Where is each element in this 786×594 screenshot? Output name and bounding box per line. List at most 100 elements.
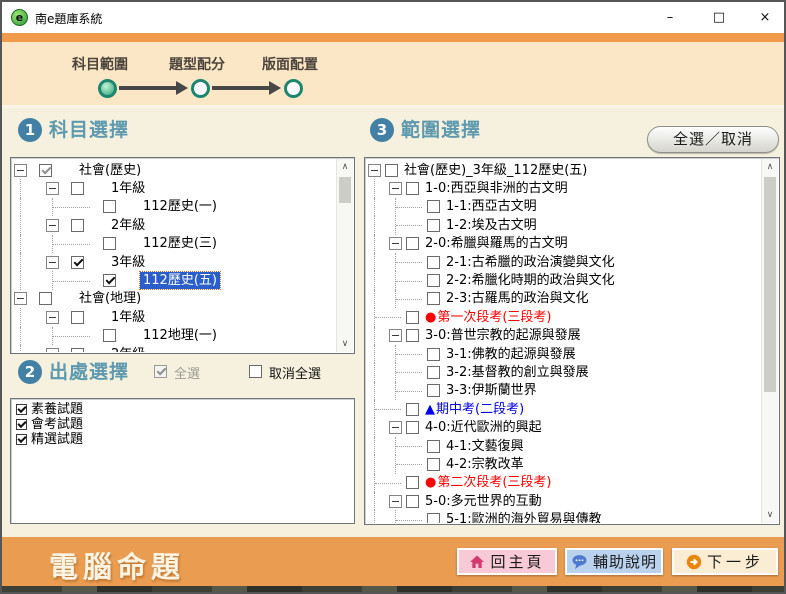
expand-collapse-icon[interactable]: [46, 256, 59, 269]
tree-checkbox[interactable]: [71, 348, 84, 352]
tree-checkbox[interactable]: [103, 274, 116, 287]
tree-label[interactable]: 3-1:佛教的起源與發展: [443, 346, 579, 363]
tree-label[interactable]: 112歷史(五): [140, 272, 220, 289]
tree-checkbox[interactable]: [39, 292, 52, 305]
tree-checkbox[interactable]: [406, 495, 419, 508]
expand-collapse-icon[interactable]: [14, 164, 27, 177]
tree-checkbox[interactable]: [427, 458, 440, 471]
list-item[interactable]: 精選試題: [14, 432, 335, 447]
expand-collapse-icon[interactable]: [14, 292, 27, 305]
tree-checkbox[interactable]: [406, 329, 419, 342]
scroll-down-icon[interactable]: ∨: [337, 336, 353, 352]
next-step-button[interactable]: 下一步: [672, 548, 778, 575]
tree-checkbox[interactable]: [406, 403, 419, 416]
tree-checkbox[interactable]: [427, 384, 440, 397]
tree-label[interactable]: 112地理(一): [140, 327, 220, 344]
scroll-up-icon[interactable]: ∧: [337, 159, 353, 175]
tree-label[interactable]: 112歷史(一): [140, 198, 220, 215]
tree-label[interactable]: 5-0:多元世界的互動: [422, 493, 545, 510]
list-item[interactable]: 素養試題: [14, 402, 335, 417]
tree-guide: [14, 253, 46, 271]
tree-label[interactable]: 3-3:伊斯蘭世界: [443, 382, 540, 399]
tree-label[interactable]: 3-2:基督教的創立與發展: [443, 364, 592, 381]
scroll-down-icon[interactable]: ∨: [762, 507, 778, 523]
tree-checkbox[interactable]: [103, 237, 116, 250]
tree-checkbox[interactable]: [427, 348, 440, 361]
select-all-toggle-button[interactable]: 全選／取消: [647, 126, 779, 153]
tree-label[interactable]: 2年級: [108, 217, 148, 234]
list-item[interactable]: 會考試題: [14, 417, 335, 432]
tree-label[interactable]: 社會(歷史)_3年級_112歷史(五): [401, 162, 590, 179]
scroll-up-icon[interactable]: ∧: [762, 159, 778, 175]
tree-label[interactable]: 4-0:近代歐洲的興起: [422, 419, 545, 436]
deselect-all-checkbox[interactable]: [249, 365, 262, 378]
tree-checkbox[interactable]: [427, 274, 440, 287]
tree-label[interactable]: 2年級: [108, 346, 148, 352]
expand-collapse-icon[interactable]: [389, 237, 402, 250]
list-checkbox[interactable]: [16, 404, 27, 415]
tree-label[interactable]: 112歷史(三): [140, 235, 220, 252]
tree-label[interactable]: 4-2:宗教改革: [443, 456, 527, 473]
scrollbar[interactable]: ∧ ∨: [336, 159, 353, 352]
tree-label[interactable]: 1-0:西亞與非洲的古文明: [422, 180, 571, 197]
scrollbar-thumb[interactable]: [764, 177, 776, 392]
tree-label[interactable]: 社會(地理): [76, 290, 144, 307]
tree-guide: [14, 216, 46, 234]
tree-checkbox[interactable]: [71, 256, 84, 269]
tree-checkbox[interactable]: [71, 219, 84, 232]
tree-label[interactable]: 2-1:古希臘的政治演變與文化: [443, 254, 618, 271]
tree-label[interactable]: 1年級: [108, 180, 148, 197]
tree-checkbox[interactable]: [406, 421, 419, 434]
expand-collapse-icon[interactable]: [46, 219, 59, 232]
tree-label[interactable]: 2-2:希臘化時期的政治與文化: [443, 272, 618, 289]
home-button[interactable]: 回主頁: [457, 548, 557, 575]
expand-collapse-icon[interactable]: [389, 421, 402, 434]
list-checkbox[interactable]: [16, 419, 27, 430]
tree-checkbox[interactable]: [427, 366, 440, 379]
tree-label[interactable]: 1-2:埃及古文明: [443, 217, 540, 234]
tree-label[interactable]: ▲期中考(二段考): [422, 401, 527, 418]
scrollbar-thumb[interactable]: [339, 177, 351, 203]
tree-checkbox[interactable]: [427, 200, 440, 213]
tree-label[interactable]: ●第二次段考(三段考): [422, 474, 555, 491]
expand-collapse-icon[interactable]: [46, 348, 59, 352]
maximize-button[interactable]: □: [697, 2, 741, 33]
minimize-button[interactable]: –: [648, 2, 692, 33]
expand-collapse-icon[interactable]: [368, 164, 381, 177]
tree-label[interactable]: 社會(歷史): [76, 162, 144, 179]
tree-label[interactable]: 2-3:古羅馬的政治與文化: [443, 290, 592, 307]
tree-checkbox[interactable]: [39, 164, 52, 177]
tree-checkbox[interactable]: [406, 476, 419, 489]
tree-checkbox[interactable]: [406, 182, 419, 195]
tree-checkbox[interactable]: [103, 329, 116, 342]
tree-checkbox[interactable]: [427, 292, 440, 305]
expand-collapse-icon[interactable]: [46, 182, 59, 195]
expand-collapse-icon[interactable]: [389, 495, 402, 508]
tree-checkbox[interactable]: [406, 237, 419, 250]
tree-label[interactable]: 5-1:歐洲的海外貿易與傳教: [443, 511, 605, 523]
tree-label[interactable]: 3年級: [108, 254, 148, 271]
expand-collapse-icon[interactable]: [389, 329, 402, 342]
tree-label[interactable]: 2-0:希臘與羅馬的古文明: [422, 235, 571, 252]
tree-checkbox[interactable]: [71, 182, 84, 195]
tree-label[interactable]: 1年級: [108, 309, 148, 326]
tree-checkbox[interactable]: [427, 256, 440, 269]
tree-checkbox[interactable]: [103, 200, 116, 213]
list-checkbox[interactable]: [16, 434, 27, 445]
tree-checkbox[interactable]: [427, 513, 440, 523]
tree-label[interactable]: 4-1:文藝復興: [443, 438, 527, 455]
expand-collapse-icon[interactable]: [46, 311, 59, 324]
tree-label[interactable]: 1-1:西亞古文明: [443, 198, 540, 215]
tree-label[interactable]: 3-0:普世宗教的起源與發展: [422, 327, 584, 344]
select-all-checkbox[interactable]: [154, 365, 167, 378]
help-button[interactable]: 輔助說明: [565, 548, 663, 575]
tree-checkbox[interactable]: [427, 219, 440, 232]
tree-label[interactable]: ●第一次段考(三段考): [422, 309, 555, 326]
tree-checkbox[interactable]: [71, 311, 84, 324]
expand-collapse-icon[interactable]: [389, 182, 402, 195]
tree-checkbox[interactable]: [385, 164, 398, 177]
scrollbar[interactable]: ∧ ∨: [761, 159, 778, 523]
close-button[interactable]: ×: [743, 2, 786, 33]
tree-checkbox[interactable]: [406, 311, 419, 324]
tree-checkbox[interactable]: [427, 440, 440, 453]
